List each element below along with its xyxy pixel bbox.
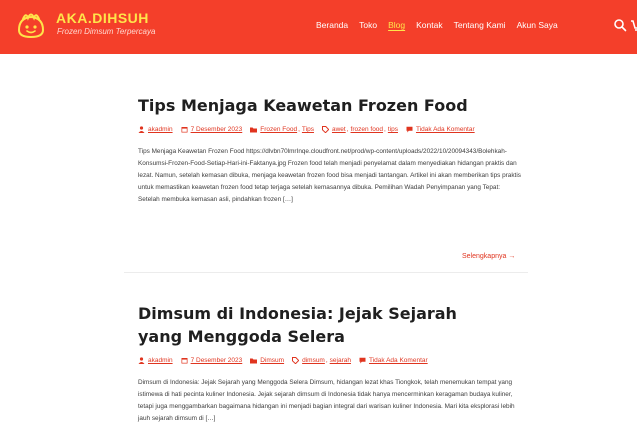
post-excerpt: Tips Menjaga Keawetan Frozen Food https:… [138, 148, 521, 204]
nav-item-akun-saya[interactable]: Akun Saya [517, 20, 558, 30]
folder-icon [250, 358, 258, 364]
tag-link[interactable]: sejarah [330, 357, 351, 364]
post-comments: Tidak Ada Komentar [406, 126, 475, 133]
folder-icon [250, 127, 258, 133]
nav-item-beranda[interactable]: Beranda [316, 20, 348, 30]
tag-link[interactable]: awet [332, 126, 346, 133]
site-header: AKA.DIHSUH Frozen Dimsum Terpercaya Bera… [0, 0, 637, 54]
category-link[interactable]: Dimsum [260, 357, 284, 364]
search-icon[interactable] [613, 18, 627, 32]
post-comments: Tidak Ada Komentar [359, 357, 428, 364]
comment-icon [359, 357, 366, 364]
comment-icon [406, 126, 413, 133]
post-author: akadmin [138, 126, 173, 133]
blog-post: Dimsum di Indonesia: Jejak Sejarah yang … [138, 302, 523, 425]
nav-item-blog[interactable]: Blog [388, 20, 405, 30]
tag-link[interactable]: tips [388, 126, 398, 133]
user-icon [138, 126, 145, 133]
post-meta: akadmin 7 Desember 2023 Frozen Food, Tip… [138, 126, 483, 133]
nav-item-kontak[interactable]: Kontak [416, 20, 442, 30]
nav-item-toko[interactable]: Toko [359, 20, 377, 30]
post-date: 7 Desember 2023 [181, 357, 243, 364]
cart-icon[interactable] [630, 18, 637, 32]
calendar-icon [181, 358, 188, 364]
user-icon [138, 357, 145, 364]
date-link[interactable]: 7 Desember 2023 [191, 126, 243, 133]
comments-link[interactable]: Tidak Ada Komentar [369, 357, 428, 364]
post-title[interactable]: Tips Menjaga Keawetan Frozen Food [138, 94, 483, 117]
post-title[interactable]: Dimsum di Indonesia: Jejak Sejarah yang … [138, 302, 483, 348]
tag-link[interactable]: frozen food [351, 126, 384, 133]
category-link[interactable]: Frozen Food [260, 126, 297, 133]
post-date: 7 Desember 2023 [181, 126, 243, 133]
post-categories: Frozen Food, Tips [250, 126, 314, 133]
post-tags: dimsum, sejarah [292, 357, 351, 364]
date-link[interactable]: 7 Desember 2023 [191, 357, 243, 364]
site-tagline: Frozen Dimsum Terpercaya [57, 27, 156, 36]
read-more-link[interactable]: Selengkapnya → [462, 253, 515, 260]
calendar-icon [181, 127, 188, 133]
post-excerpt: Dimsum di Indonesia: Jejak Sejarah yang … [138, 379, 515, 423]
dimsum-logo-icon[interactable] [14, 8, 48, 42]
post-divider [124, 272, 528, 273]
main-navigation: Beranda Toko Blog Kontak Tentang Kami Ak… [316, 20, 558, 30]
author-link[interactable]: akadmin [148, 357, 173, 364]
blog-post: Tips Menjaga Keawetan Frozen Food akadmi… [138, 94, 523, 206]
post-tags: awet, frozen food, tips [321, 126, 398, 133]
site-title[interactable]: AKA.DIHSUH [56, 10, 149, 26]
post-categories: Dimsum [250, 357, 284, 364]
tag-icon [292, 357, 300, 364]
tag-link[interactable]: dimsum [302, 357, 325, 364]
tag-icon [321, 126, 329, 133]
category-link[interactable]: Tips [302, 126, 314, 133]
comments-link[interactable]: Tidak Ada Komentar [416, 126, 475, 133]
post-author: akadmin [138, 357, 173, 364]
author-link[interactable]: akadmin [148, 126, 173, 133]
nav-item-tentang-kami[interactable]: Tentang Kami [454, 20, 506, 30]
post-meta: akadmin 7 Desember 2023 Dimsum dimsum, s… [138, 357, 483, 364]
